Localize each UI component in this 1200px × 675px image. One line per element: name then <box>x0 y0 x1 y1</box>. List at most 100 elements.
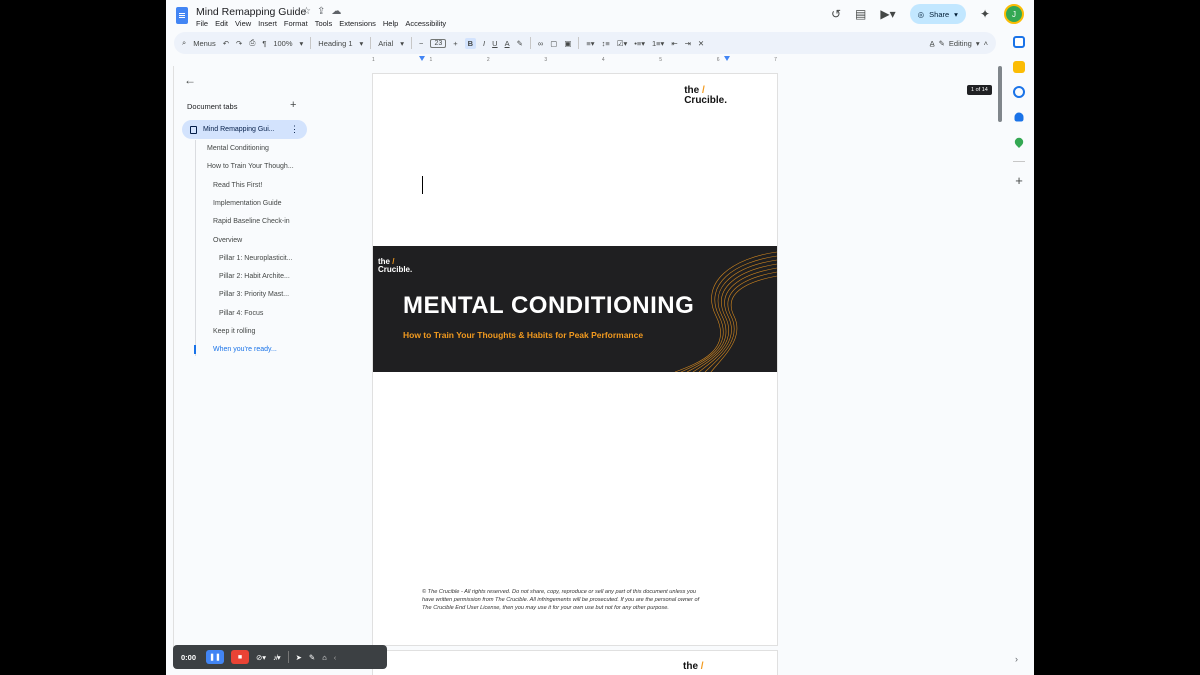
outline-item[interactable]: Mental Conditioning <box>207 145 269 152</box>
checklist-icon[interactable]: ☑▾ <box>617 39 628 48</box>
increase-size-icon[interactable]: + <box>453 39 457 48</box>
page-indicator: 1 of 14 <box>967 85 992 95</box>
gemini-icon[interactable]: ✦ <box>980 7 990 21</box>
divider <box>310 37 312 49</box>
image-icon[interactable]: ▣ <box>564 39 571 48</box>
chevron-down-icon[interactable]: ▾ <box>360 39 364 48</box>
docs-logo-icon[interactable] <box>176 7 188 24</box>
collapse-icon[interactable]: ‹ <box>334 653 337 662</box>
left-indent-marker[interactable] <box>419 56 425 61</box>
version-history-icon[interactable]: ↺ <box>831 7 841 21</box>
editing-mode-select[interactable]: Editing <box>949 39 972 48</box>
indent-increase-icon[interactable]: ⇥ <box>685 39 691 48</box>
document-page[interactable]: the / Crucible. the / Crucible. MENTAL C… <box>372 73 778 646</box>
highlight-icon[interactable]: ✎ <box>517 39 523 48</box>
avatar[interactable]: J <box>1004 4 1024 24</box>
mic-off-icon[interactable]: ♪̸▾ <box>273 653 281 662</box>
right-indent-marker[interactable] <box>724 56 730 61</box>
outline-item[interactable]: Read This First! <box>213 182 262 189</box>
chevron-down-icon[interactable]: ▾ <box>300 39 304 48</box>
menu-insert[interactable]: Insert <box>258 19 277 28</box>
meet-icon[interactable]: ▶▾ <box>880 7 895 21</box>
menu-help[interactable]: Help <box>383 19 398 28</box>
tab-mind-remapping-guide[interactable]: Mind Remapping Gui... ⋮ <box>182 120 307 139</box>
get-addons-icon[interactable]: + <box>1015 174 1023 187</box>
outline-item[interactable]: How to Train Your Though... <box>207 163 294 170</box>
pointer-icon[interactable]: ➤ <box>296 653 302 662</box>
redo-icon[interactable]: ↷ <box>236 39 242 48</box>
star-icon[interactable]: ☆ <box>302 6 311 17</box>
document-tabs-header: Document tabs <box>187 102 238 111</box>
camera-off-icon[interactable]: ⊘▾ <box>256 653 266 662</box>
menu-tools[interactable]: Tools <box>315 19 333 28</box>
style-select[interactable]: Heading 1 <box>318 39 352 48</box>
font-size-input[interactable]: 23 <box>430 38 447 48</box>
paint-format-icon[interactable]: ¶ <box>262 39 266 48</box>
eraser-icon[interactable]: ⌂ <box>322 653 327 662</box>
text-cursor <box>422 176 423 194</box>
font-select[interactable]: Arial <box>378 39 393 48</box>
decrease-size-icon[interactable]: − <box>419 39 423 48</box>
menu-file[interactable]: File <box>196 19 208 28</box>
print-icon[interactable]: ⎙ <box>249 38 255 48</box>
undo-icon[interactable]: ↶ <box>223 39 229 48</box>
clear-format-icon[interactable]: ✕ <box>698 39 704 48</box>
outline-item[interactable]: When you're ready... <box>213 346 277 353</box>
outline-item[interactable]: Pillar 1: Neuroplasticit... <box>219 255 293 262</box>
outline-item[interactable]: Pillar 3: Priority Mast... <box>219 291 289 298</box>
menu-edit[interactable]: Edit <box>215 19 228 28</box>
more-options-icon[interactable]: ⋮ <box>290 124 299 135</box>
pause-button[interactable]: ❚❚ <box>206 650 225 664</box>
pen-icon[interactable]: ✎ <box>309 653 315 662</box>
line-spacing-icon[interactable]: ↕≡ <box>602 39 610 48</box>
zoom-select[interactable]: 100% <box>273 39 292 48</box>
menu-extensions[interactable]: Extensions <box>339 19 376 28</box>
outline-item[interactable]: Implementation Guide <box>213 200 281 207</box>
chevron-down-icon[interactable]: ▾ <box>954 10 958 19</box>
stop-button[interactable]: ■ <box>231 650 250 664</box>
align-icon[interactable]: ≡▾ <box>586 39 594 48</box>
menu-format[interactable]: Format <box>284 19 308 28</box>
underline-icon[interactable]: U <box>492 39 497 48</box>
horizontal-ruler[interactable]: 1 1 2 3 4 5 6 7 <box>372 57 777 65</box>
menu-view[interactable]: View <box>235 19 251 28</box>
outline-item[interactable]: Rapid Baseline Check-in <box>213 218 290 225</box>
outline-item[interactable]: Pillar 2: Habit Archite... <box>219 273 290 280</box>
italic-icon[interactable]: I <box>483 39 485 48</box>
menu-accessibility[interactable]: Accessibility <box>405 19 446 28</box>
tasks-icon[interactable] <box>1013 86 1025 98</box>
add-tab-icon[interactable]: + <box>290 99 296 111</box>
cloud-status-icon[interactable]: ☁ <box>331 6 341 17</box>
back-arrow-icon[interactable]: ← <box>184 73 196 87</box>
document-title[interactable]: Mind Remapping Guide <box>196 6 306 18</box>
chevron-down-icon[interactable]: ▾ <box>400 39 404 48</box>
menus-search[interactable]: Menus <box>193 39 216 48</box>
bulleted-list-icon[interactable]: •≡▾ <box>634 39 645 48</box>
chevron-right-icon[interactable]: › <box>1015 654 1018 664</box>
pencil-icon[interactable]: ✎ <box>939 39 945 48</box>
link-icon[interactable]: ∞ <box>538 39 543 48</box>
outline-item[interactable]: Pillar 4: Focus <box>219 310 263 317</box>
maps-icon[interactable] <box>1013 136 1025 148</box>
text-color-icon[interactable]: A <box>505 39 510 48</box>
chevron-up-icon[interactable]: ˄ <box>984 39 988 48</box>
banner-subtitle: How to Train Your Thoughts & Habits for … <box>403 330 644 340</box>
share-button[interactable]: ◎ Share ▾ <box>909 4 966 24</box>
document-page-2[interactable]: the / <box>372 650 778 675</box>
comment-add-icon[interactable]: ▢ <box>550 39 557 48</box>
contacts-icon[interactable] <box>1014 112 1024 122</box>
keep-icon[interactable] <box>1013 61 1025 73</box>
chevron-down-icon[interactable]: ▾ <box>976 39 980 48</box>
search-icon[interactable]: ⌕ <box>182 38 186 48</box>
calendar-icon[interactable] <box>1013 36 1025 48</box>
outline-item[interactable]: Keep it rolling <box>213 328 255 335</box>
move-folder-icon[interactable]: ⇪ <box>317 6 325 17</box>
outline-item[interactable]: Overview <box>213 237 242 244</box>
numbered-list-icon[interactable]: 1≡▾ <box>652 39 664 48</box>
scrollbar[interactable] <box>998 66 1002 122</box>
comments-icon[interactable]: ▤ <box>855 7 866 21</box>
indent-decrease-icon[interactable]: ⇤ <box>671 39 677 48</box>
bold-icon[interactable]: B <box>464 37 477 49</box>
screen-recorder-toolbar: 0:00 ❚❚ ■ ⊘▾ ♪̸▾ ➤ ✎ ⌂ ‹ <box>173 645 387 669</box>
spellcheck-icon[interactable]: A̲ <box>930 39 935 48</box>
